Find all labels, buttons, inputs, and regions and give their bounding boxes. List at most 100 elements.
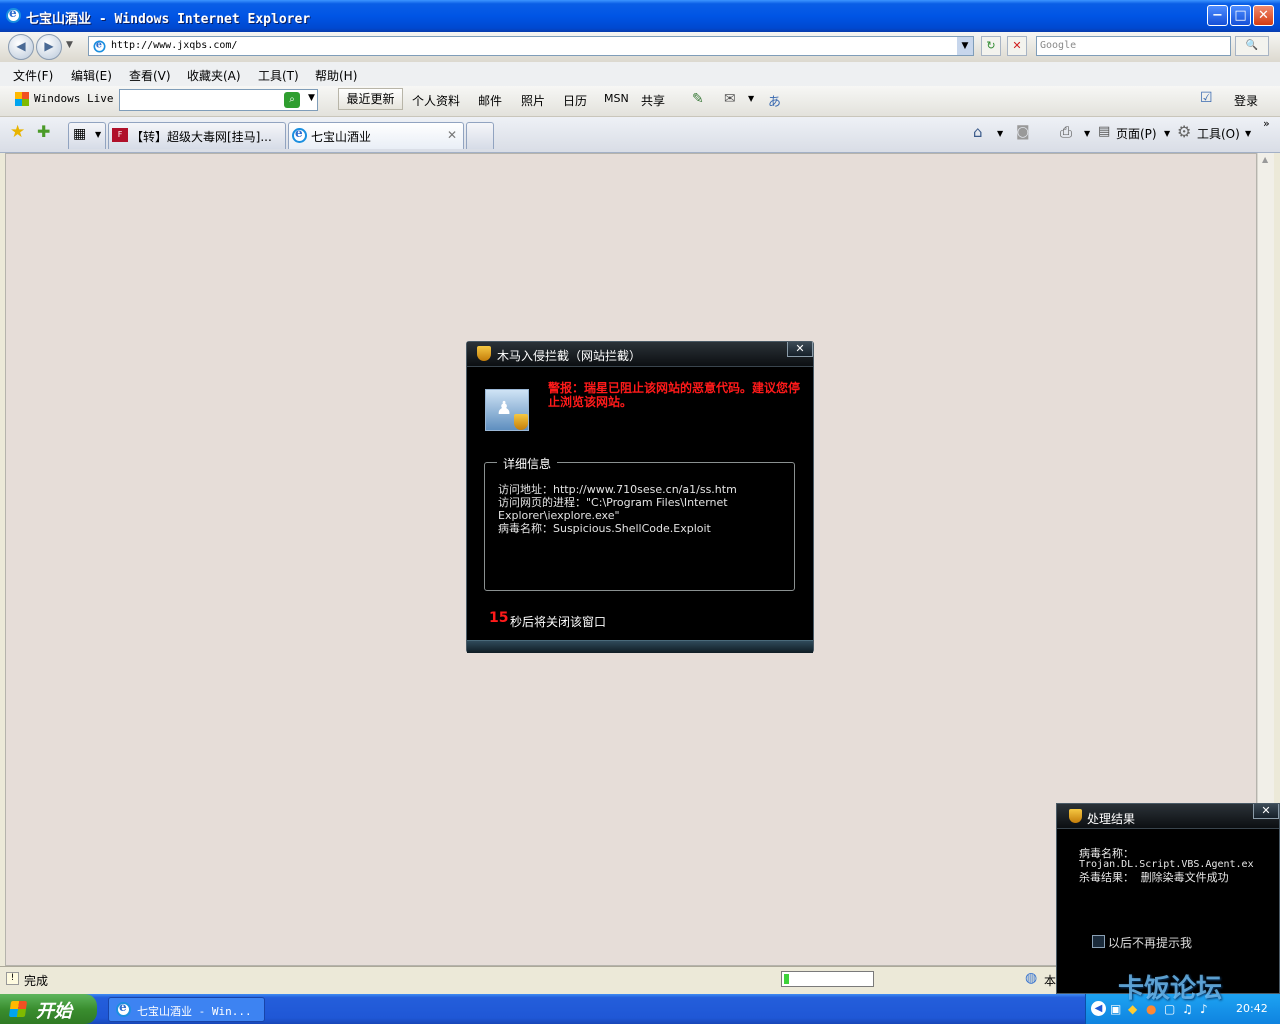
result-close-button[interactable]: ✕ [1253, 804, 1279, 819]
site-favicon: F [112, 128, 128, 142]
details-lines: 访问地址：http://www.710sese.cn/a1/ss.htm 访问网… [498, 483, 737, 535]
search-placeholder: Google [1040, 40, 1077, 51]
maximize-button[interactable]: □ [1230, 5, 1251, 26]
dont-remind-checkbox[interactable] [1092, 935, 1105, 948]
live-search-input[interactable]: ⌕ ▼ [119, 89, 318, 111]
history-dropdown-icon[interactable]: ▼ [66, 40, 73, 50]
link-mail[interactable]: 邮件 [478, 92, 502, 109]
tab-list-dropdown-icon[interactable]: ▼ [95, 130, 101, 139]
live-search-icon[interactable]: ⌕ [284, 92, 300, 108]
recent-updates-button[interactable]: 最近更新 [338, 88, 403, 110]
result-dialog-title: 处理结果 [1087, 812, 1136, 826]
security-computer-icon: ♟ [485, 389, 529, 431]
link-profile[interactable]: 个人资料 [412, 92, 460, 109]
globe-icon: ◍ [1025, 970, 1038, 986]
ie-icon [6, 6, 21, 23]
warning-icon: ! [6, 972, 19, 985]
page-dropdown-icon[interactable]: ▼ [1164, 129, 1170, 138]
mail-icon[interactable]: ✉ [724, 91, 736, 107]
dialog-footer-bar [467, 640, 813, 653]
scroll-up-icon[interactable]: ▲ [1262, 155, 1268, 164]
tab-active[interactable]: 七宝山酒业 ✕ [288, 122, 464, 149]
countdown-number: 15 [489, 610, 509, 626]
detail-process: 访问网页的进程："C:\Program Files\Internet [498, 496, 728, 509]
refresh-button[interactable]: ↻ [981, 36, 1001, 56]
print-dropdown-icon[interactable]: ▼ [1084, 129, 1090, 138]
progress-fill [784, 974, 789, 984]
link-calendar[interactable]: 日历 [563, 92, 587, 109]
translate-icon[interactable]: あ [768, 91, 781, 110]
menu-tools[interactable]: 工具(T) [258, 67, 299, 84]
add-favorite-icon[interactable]: ✚ [37, 122, 50, 141]
favorites-star-icon[interactable]: ★ [10, 122, 25, 142]
close-button[interactable]: ✕ [1253, 5, 1274, 26]
home-dropdown-icon[interactable]: ▼ [997, 129, 1003, 138]
rising-shield-icon [1069, 809, 1082, 823]
detail-virus-name: 病毒名称：Suspicious.ShellCode.Exploit [498, 522, 711, 535]
windows-flag-icon [15, 92, 29, 106]
status-text: 完成 [24, 974, 49, 988]
address-field[interactable]: http://www.jxqbs.com/ ▼ [88, 36, 974, 56]
tab-label: 【转】超级大毒网[挂马]... [131, 130, 272, 144]
login-link[interactable]: 登录 [1234, 92, 1258, 109]
checkmark-icon[interactable]: ☑ [1200, 90, 1213, 106]
back-button[interactable]: ◀ [8, 34, 34, 60]
window-title: 七宝山酒业 - Windows Internet Explorer [26, 12, 311, 27]
home-icon[interactable]: ⌂ [973, 123, 983, 141]
tools-dropdown-icon[interactable]: ▼ [1245, 129, 1251, 138]
start-button[interactable]: 开始 [0, 994, 97, 1024]
link-photos[interactable]: 照片 [521, 92, 545, 109]
page-icon [93, 39, 106, 53]
menu-edit[interactable]: 编辑(E) [71, 67, 112, 84]
share-icon[interactable]: ✎ [692, 91, 704, 107]
details-group: 详细信息 访问地址：http://www.710sese.cn/a1/ss.ht… [484, 455, 795, 591]
stop-button[interactable]: ✕ [1007, 36, 1027, 56]
alert-dialog-title: 木马入侵拦截（网站拦截） [497, 349, 642, 363]
windows-live-label[interactable]: Windows Live [34, 92, 113, 105]
page-icon: ▤ [1098, 124, 1111, 139]
gear-icon: ⚙ [1177, 122, 1192, 141]
tab-close-icon[interactable]: ✕ [447, 128, 457, 142]
search-button[interactable]: 🔍 [1235, 36, 1269, 56]
zone-text: 本 [1044, 974, 1057, 988]
tab-virus-site[interactable]: F 【转】超级大毒网[挂马]... [108, 122, 286, 149]
progress-bar [781, 971, 874, 987]
rising-shield-icon [477, 346, 491, 361]
address-dropdown-icon[interactable]: ▼ [957, 37, 973, 55]
live-search-dropdown-icon[interactable]: ▼ [308, 93, 315, 103]
title-bar[interactable]: 七宝山酒业 - Windows Internet Explorer − □ ✕ [0, 0, 1280, 32]
tray-expand-icon[interactable]: ◀ [1091, 1001, 1106, 1016]
search-input[interactable]: Google [1036, 36, 1231, 56]
page-menu[interactable]: 页面(P) [1116, 125, 1157, 142]
trojan-alert-dialog: 木马入侵拦截（网站拦截） ✕ ♟ 警报：瑞星已阻止该网站的恶意代码。建议您停止浏… [466, 341, 814, 653]
countdown-text: 秒后将关闭该窗口 [510, 615, 607, 629]
tools-menu[interactable]: 工具(O) [1197, 125, 1240, 142]
menu-file[interactable]: 文件(F) [13, 67, 53, 84]
detail-process-cont: Explorer\iexplore.exe" [498, 509, 620, 522]
alert-close-button[interactable]: ✕ [787, 342, 813, 357]
menu-view[interactable]: 查看(V) [129, 67, 171, 84]
kill-result: 杀毒结果： 删除染毒文件成功 [1079, 871, 1229, 884]
link-share[interactable]: 共享 [641, 92, 665, 109]
forward-button[interactable]: ▶ [36, 34, 62, 60]
taskbar-item-ie[interactable]: 七宝山酒业 - Win... [108, 997, 265, 1022]
dont-remind-label: 以后不再提示我 [1108, 936, 1193, 950]
minimize-button[interactable]: − [1207, 5, 1228, 26]
result-dialog-header[interactable]: 处理结果 ✕ [1057, 804, 1279, 829]
shield-icon [514, 414, 528, 430]
mail-dropdown-icon[interactable]: ▼ [748, 94, 754, 103]
alert-dialog-header[interactable]: 木马入侵拦截（网站拦截） ✕ [467, 342, 813, 367]
menu-favorites[interactable]: 收藏夹(A) [187, 67, 241, 84]
forum-watermark-logo: 卡饭论坛 [1118, 974, 1223, 1004]
windows-logo-icon [8, 1001, 28, 1017]
person-silhouette-icon: ♟ [496, 398, 513, 419]
menu-help[interactable]: 帮助(H) [315, 67, 357, 84]
chevron-right-icon[interactable]: » [1263, 117, 1270, 130]
feeds-icon[interactable]: ◙ [1016, 124, 1030, 140]
quick-tabs-icon: ▦ [73, 126, 87, 142]
link-msn[interactable]: MSN [604, 92, 629, 105]
tab-label: 七宝山酒业 [311, 130, 372, 144]
quick-tabs-button[interactable]: ▦ ▼ [68, 122, 106, 149]
new-tab-button[interactable] [466, 122, 494, 149]
print-icon[interactable]: ⎙ [1060, 123, 1072, 141]
